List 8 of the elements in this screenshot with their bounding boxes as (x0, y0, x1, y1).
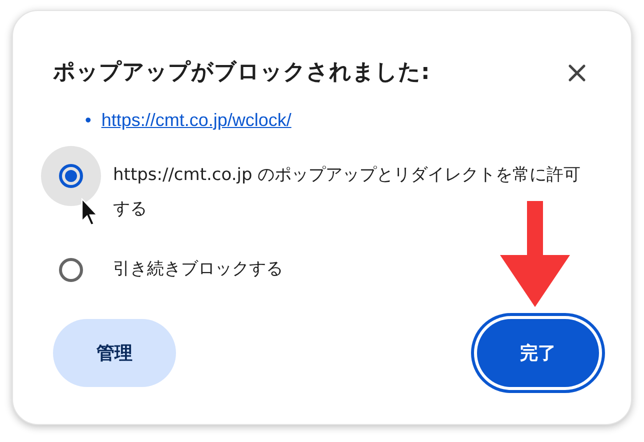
dialog-title: ポップアップがブロックされました: (53, 59, 430, 87)
option-label: 引き続きブロックする (113, 258, 284, 281)
arrow-annotation-icon (500, 201, 570, 307)
bullet: • (85, 109, 92, 132)
popup-link[interactable]: https://cmt.co.jp/wclock/ (101, 107, 292, 134)
option-label: https://cmt.co.jp のポップアップとリダイレクトを常に許可する (113, 164, 582, 221)
manage-button[interactable]: 管理 (53, 319, 176, 387)
done-button[interactable]: 完了 (477, 319, 599, 387)
